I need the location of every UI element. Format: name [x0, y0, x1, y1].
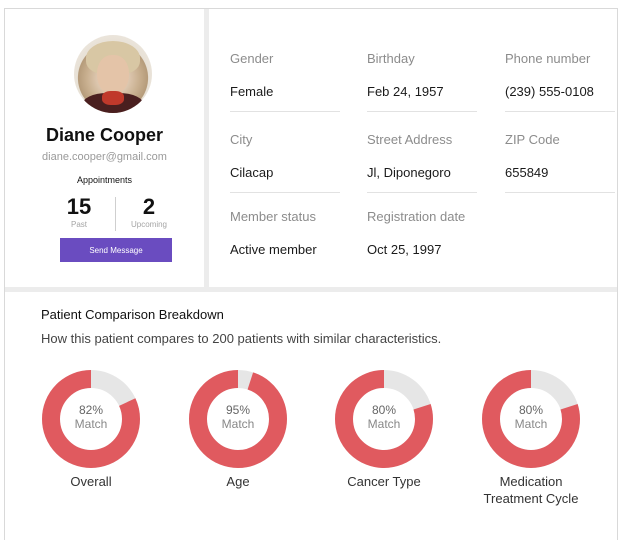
member-status-label: Member status	[230, 209, 316, 224]
field-underline	[505, 192, 615, 193]
city-label: City	[230, 132, 253, 147]
donut-medication-cycle: 80% Match	[481, 369, 581, 469]
gender-value: Female	[230, 84, 274, 99]
donut-age: 95% Match	[188, 369, 288, 469]
stat-divider	[115, 197, 116, 231]
field-street: Street Address Jl, Diponegoro	[367, 132, 477, 193]
birthday-value: Feb 24, 1957	[367, 84, 444, 99]
match-percent: 95%	[225, 403, 251, 417]
vertical-divider	[204, 9, 209, 287]
field-underline	[367, 192, 477, 193]
registration-label: Registration date	[367, 209, 466, 224]
zip-value: 655849	[505, 165, 549, 180]
patient-name: Diane Cooper	[45, 125, 164, 145]
patient-profile-panel: Diane Cooper diane.cooper@gmail.com Appo…	[4, 8, 618, 540]
field-underline	[230, 111, 340, 112]
match-word: Match	[367, 417, 401, 431]
street-label: Street Address	[367, 132, 453, 147]
match-percent: 82%	[78, 403, 104, 417]
field-gender: Gender Female	[230, 51, 340, 112]
donut-label-cancer-type: Cancer Type	[347, 474, 421, 489]
gender-label: Gender	[230, 51, 274, 66]
zip-label: ZIP Code	[505, 132, 560, 147]
street-value: Jl, Diponegoro	[367, 165, 451, 180]
appointments-heading: Appointments	[76, 175, 133, 185]
match-word: Match	[514, 417, 548, 431]
upcoming-label: Upcoming	[130, 220, 167, 229]
city-value: Cilacap	[230, 165, 274, 180]
comparison-title: Patient Comparison Breakdown	[41, 307, 224, 322]
upcoming-count: 2	[142, 194, 156, 219]
donut-label-age: Age	[226, 474, 250, 489]
match-percent: 80%	[518, 403, 544, 417]
match-word: Match	[74, 417, 108, 431]
field-member-status: Member status Active member	[230, 209, 340, 257]
phone-value: (239) 555-0108	[505, 84, 594, 99]
send-message-button[interactable]: Send Message	[60, 238, 172, 262]
donut-label-medication-cycle: Medication Treatment Cycle	[483, 474, 579, 506]
field-underline	[505, 111, 615, 112]
avatar	[74, 35, 152, 113]
field-city: City Cilacap	[230, 132, 340, 193]
field-zip: ZIP Code 655849	[505, 132, 615, 193]
field-birthday: Birthday Feb 24, 1957	[367, 51, 477, 112]
past-appointments-stat: 15 Past	[49, 194, 109, 230]
patient-info-section: Diane Cooper diane.cooper@gmail.com Appo…	[5, 9, 617, 287]
birthday-label: Birthday	[367, 51, 415, 66]
patient-email: diane.cooper@gmail.com	[42, 151, 167, 163]
match-percent: 80%	[371, 403, 397, 417]
donut-label-overall: Overall	[70, 474, 112, 489]
past-count: 15	[66, 194, 92, 219]
registration-value: Oct 25, 1997	[367, 242, 442, 257]
upcoming-appointments-stat: 2 Upcoming	[119, 194, 179, 230]
profile-card: Diane Cooper diane.cooper@gmail.com Appo…	[5, 9, 204, 287]
horizontal-divider	[5, 287, 617, 292]
member-status-value: Active member	[230, 242, 317, 257]
past-label: Past	[70, 220, 87, 229]
comparison-subtitle: How this patient compares to 200 patient…	[41, 331, 442, 346]
field-underline	[230, 192, 340, 193]
field-underline	[367, 111, 477, 112]
field-registration-date: Registration date Oct 25, 1997	[367, 209, 477, 257]
donut-cancer-type: 80% Match	[334, 369, 434, 469]
match-word: Match	[221, 417, 255, 431]
phone-label: Phone number	[505, 51, 591, 66]
donut-overall: 82% Match	[41, 369, 141, 469]
field-phone: Phone number (239) 555-0108	[505, 51, 615, 112]
